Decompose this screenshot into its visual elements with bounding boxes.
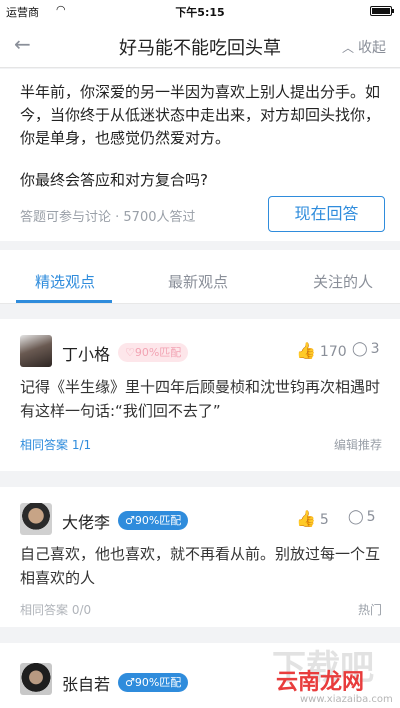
answer-content[interactable]: 自己喜欢，他也喜欢，就不再看从前。别放过每一个互相喜欢的人 xyxy=(20,542,385,590)
tab-following[interactable]: 关注的人 xyxy=(288,271,398,292)
answer-card[interactable]: 张自若 ♂90%匹配 xyxy=(0,643,400,708)
match-badge: ♡90%匹配 xyxy=(118,343,189,362)
like-button[interactable]: 👍 5 xyxy=(296,509,329,528)
comment-bubble-icon: ◯ xyxy=(352,341,368,357)
tab-bar: 精选观点 最新观点 关注的人 xyxy=(0,250,400,304)
like-button[interactable]: 👍 170 xyxy=(296,341,347,360)
match-badge: ♂90%匹配 xyxy=(118,673,189,692)
comment-bubble-icon: ◯ xyxy=(348,509,364,525)
status-bar: 运营商 ◠ 下午5:15 xyxy=(0,0,400,22)
question-prompt: 你最终会答应和对方复合吗? xyxy=(20,171,208,189)
collapse-label: 收起 xyxy=(358,40,386,56)
active-tab-indicator xyxy=(16,300,112,303)
author-name[interactable]: 张自若 xyxy=(62,671,110,695)
question-card: 半年前，你深爱的另一半因为喜欢上别人提出分手。如今，当你终于从低迷状态中走出来，… xyxy=(0,69,400,241)
comment-button[interactable]: ◯ 3 xyxy=(352,341,380,357)
avatar[interactable] xyxy=(20,503,52,535)
answer-card[interactable]: 大佬李 ♂90%匹配 👍 5 ◯ 5 自己喜欢，他也喜欢，就不再看从前。别放过每一个… xyxy=(0,487,400,627)
answer-card[interactable]: 丁小格 ♡90%匹配 👍 170 ◯ 3 记得《半生缘》里十四年后顾曼桢和沈世钧再次… xyxy=(0,319,400,471)
comment-count: 5 xyxy=(366,509,376,525)
thumb-up-icon: 👍 xyxy=(296,509,316,528)
tab-featured[interactable]: 精选观点 xyxy=(10,271,120,292)
avatar[interactable] xyxy=(20,663,52,695)
battery-icon xyxy=(370,6,394,16)
like-count: 170 xyxy=(319,344,347,360)
author-name[interactable]: 丁小格 xyxy=(62,341,110,365)
collapse-button[interactable]: ︿ 收起 xyxy=(342,37,386,57)
chevron-up-icon: ︿ xyxy=(341,41,354,55)
tab-latest[interactable]: 最新观点 xyxy=(143,271,253,292)
answer-tag: 热门 xyxy=(357,603,382,617)
clock: 下午5:15 xyxy=(175,6,225,19)
question-body: 半年前，你深爱的另一半因为喜欢上别人提出分手。如今，当你终于从低迷状态中走出来，… xyxy=(20,83,381,147)
question-meta: 答题可参与讨论 · 5700人答过 xyxy=(20,210,196,225)
comment-count: 3 xyxy=(370,341,380,357)
same-answer-link[interactable]: 相同答案 1/1 xyxy=(20,436,91,453)
avatar[interactable] xyxy=(20,335,52,367)
match-badge: ♂90%匹配 xyxy=(118,511,189,530)
answer-content[interactable]: 记得《半生缘》里十四年后顾曼桢和沈世钧再次相遇时有这样一句话:“我们回不去了” xyxy=(20,375,385,423)
comment-button[interactable]: ◯ 5 xyxy=(348,509,376,525)
navigation-bar: ← 好马能不能吃回头草 ︿ 收起 xyxy=(0,22,400,68)
page-title: 好马能不能吃回头草 xyxy=(119,38,281,59)
author-name[interactable]: 大佬李 xyxy=(62,509,110,533)
answer-tag: 编辑推荐 xyxy=(333,438,382,452)
thumb-up-icon: 👍 xyxy=(296,341,316,360)
same-answer-link[interactable]: 相同答案 0/0 xyxy=(20,601,91,618)
like-count: 5 xyxy=(319,512,329,528)
answer-now-button[interactable]: 现在回答 xyxy=(268,196,385,232)
